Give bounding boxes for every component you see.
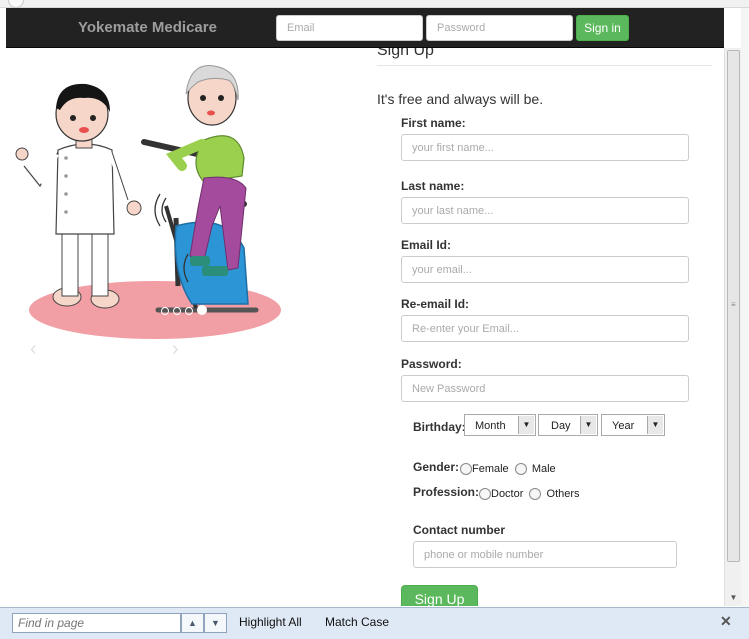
browser-chrome — [0, 0, 749, 8]
month-value: Month — [475, 420, 506, 432]
find-bar: ▲ ▼ Highlight All Match Case ✕ — [0, 607, 749, 639]
vertical-scrollbar[interactable]: ▲ ≡ ▼ — [724, 48, 741, 606]
profession-others-radio[interactable] — [529, 488, 542, 501]
last-name-label: Last name: — [401, 179, 465, 193]
page-content: ‹ › Sign Up It's free and always will be… — [6, 48, 724, 606]
find-input[interactable] — [12, 613, 181, 633]
carousel-dot-3[interactable] — [185, 307, 193, 315]
scroll-down-icon[interactable]: ▼ — [725, 590, 742, 606]
email-input[interactable] — [401, 256, 689, 283]
birthday-month-select[interactable]: Month ▼ — [464, 414, 536, 436]
birthday-day-select[interactable]: Day ▼ — [538, 414, 598, 436]
signup-tagline: It's free and always will be. — [377, 91, 544, 107]
year-value: Year — [612, 420, 635, 432]
password-label: Password: — [401, 357, 462, 371]
gender-male-label: Male — [531, 463, 556, 475]
signin-button[interactable]: Sign in — [576, 15, 629, 41]
window-edge — [741, 8, 749, 608]
profession-doctor-label: Doctor — [491, 488, 524, 500]
browser-window: Yokemate Medicare Sign in — [0, 0, 749, 639]
carousel-dot-4[interactable] — [197, 305, 207, 315]
patient-on-bike — [141, 65, 259, 313]
gender-female-radio[interactable] — [460, 463, 472, 476]
first-name-label: First name: — [401, 116, 466, 130]
profession-options: Doctor Others — [479, 488, 580, 501]
contact-label: Contact number — [413, 523, 506, 537]
contact-input[interactable] — [413, 541, 677, 568]
signup-button[interactable]: Sign Up — [401, 585, 478, 606]
chevron-left-icon[interactable]: ‹ — [30, 338, 37, 361]
navbar-password-input[interactable] — [426, 15, 573, 41]
reemail-label: Re-email Id: — [401, 297, 470, 311]
browser-icon — [8, 0, 24, 8]
brand-title[interactable]: Yokemate Medicare — [78, 19, 217, 36]
email-label: Email Id: — [401, 238, 452, 252]
last-name-input[interactable] — [401, 197, 689, 224]
dropdown-arrow-icon[interactable]: ▼ — [518, 416, 534, 434]
dropdown-arrow-icon[interactable]: ▼ — [580, 416, 596, 434]
reemail-input[interactable] — [401, 315, 689, 342]
gender-label: Gender: — [413, 460, 460, 474]
carousel-indicators — [161, 302, 211, 320]
grip-icon: ≡ — [731, 300, 736, 309]
birthday-label: Birthday: — [413, 420, 466, 434]
highlight-all-button[interactable]: Highlight All — [239, 615, 302, 629]
first-name-input[interactable] — [401, 134, 689, 161]
close-icon[interactable]: ✕ — [720, 613, 732, 630]
profession-others-label: Others — [546, 488, 580, 500]
nurse-figure — [15, 83, 142, 309]
carousel: ‹ › — [6, 48, 296, 368]
dropdown-arrow-icon[interactable]: ▼ — [647, 416, 663, 434]
gender-male-radio[interactable] — [514, 463, 527, 476]
carousel-illustration — [15, 65, 281, 339]
profession-label: Profession: — [413, 485, 480, 499]
birthday-year-select[interactable]: Year ▼ — [601, 414, 665, 436]
gender-female-label: Female — [472, 463, 509, 475]
day-value: Day — [551, 420, 571, 432]
carousel-dot-1[interactable] — [161, 307, 169, 315]
find-next-icon[interactable]: ▼ — [204, 613, 227, 633]
chevron-right-icon[interactable]: › — [172, 338, 179, 361]
match-case-button[interactable]: Match Case — [325, 615, 389, 629]
profession-doctor-radio[interactable] — [479, 488, 491, 501]
divider — [377, 65, 712, 66]
navbar-email-input[interactable] — [276, 15, 423, 41]
carousel-dot-2[interactable] — [173, 307, 181, 315]
find-previous-icon[interactable]: ▲ — [181, 613, 204, 633]
gender-options: Female Male — [460, 463, 556, 476]
scrollbar-thumb[interactable]: ≡ — [727, 50, 740, 562]
signup-title: Sign Up — [377, 48, 434, 59]
navbar: Yokemate Medicare Sign in — [6, 8, 724, 48]
password-input[interactable] — [401, 375, 689, 402]
